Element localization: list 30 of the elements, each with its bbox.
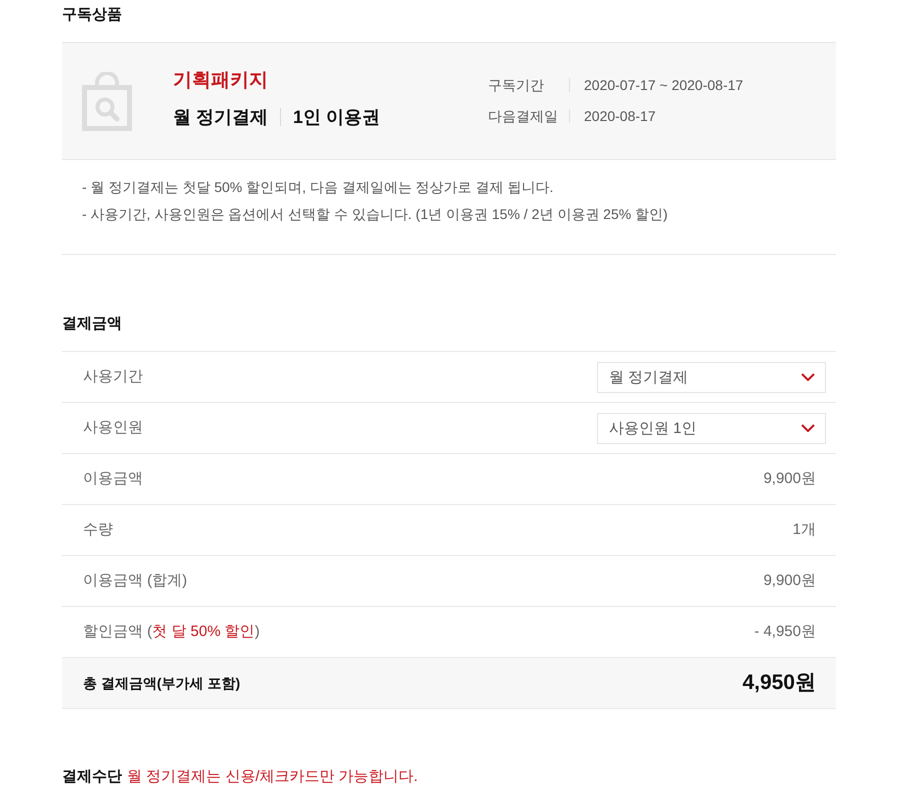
row-label: 이용금액 xyxy=(83,469,143,489)
dropdown[interactable]: 사용인원 1인 xyxy=(597,412,826,444)
chevron-down-icon xyxy=(801,373,815,381)
row-value: 1개 xyxy=(792,520,816,540)
shopping-bag-search-icon xyxy=(82,72,132,130)
row-label: 사용기간 xyxy=(83,367,143,387)
detail-label: 다음결제일 xyxy=(488,106,559,124)
row-value: 9,900원 xyxy=(763,571,816,591)
section-title: 결제금액 xyxy=(62,314,123,334)
notice-text: - 월 정기결제는 첫달 50% 할인되며, 다음 결제일에는 정상가로 결제 됩니다. xyxy=(82,178,554,197)
payment-method-title: 결제수단 xyxy=(62,767,122,787)
notice-text: - 사용기간, 사용인원은 옵션에서 선택할 수 있습니다. (1년 이용권 15% / 2년 이용권 25% 할인) xyxy=(82,205,669,224)
plan-type: 월 정기결제 xyxy=(173,106,268,129)
detail-value: 2020-07-17 ~ 2020-08-17 xyxy=(569,78,744,92)
row-value: 9,900원 xyxy=(763,469,816,489)
row-label: 사용인원 xyxy=(83,418,143,438)
detail-label: 구독기간 xyxy=(488,76,545,94)
total-label: 총 결제금액(부가세 포함) xyxy=(83,674,240,693)
row-label: 할인금액 (첫 달 50% 할인) xyxy=(83,622,260,642)
plan-option: 1인 이용권 xyxy=(280,108,380,126)
detail-value: 2020-08-17 xyxy=(569,108,656,122)
product-name: 기획패키지 xyxy=(173,69,269,93)
section-title: 구독상품 xyxy=(62,5,123,25)
dropdown[interactable]: 월 정기결제 xyxy=(597,362,826,392)
chevron-down-icon xyxy=(801,424,815,432)
row-value: - 4,950원 xyxy=(754,622,816,642)
total-value: 4,950원 xyxy=(742,670,816,696)
row-label: 이용금액 (합계) xyxy=(83,571,188,591)
payment-method-note: 월 정기결제는 신용/체크카드만 가능합니다. xyxy=(127,767,418,787)
row-label: 수량 xyxy=(83,520,113,540)
